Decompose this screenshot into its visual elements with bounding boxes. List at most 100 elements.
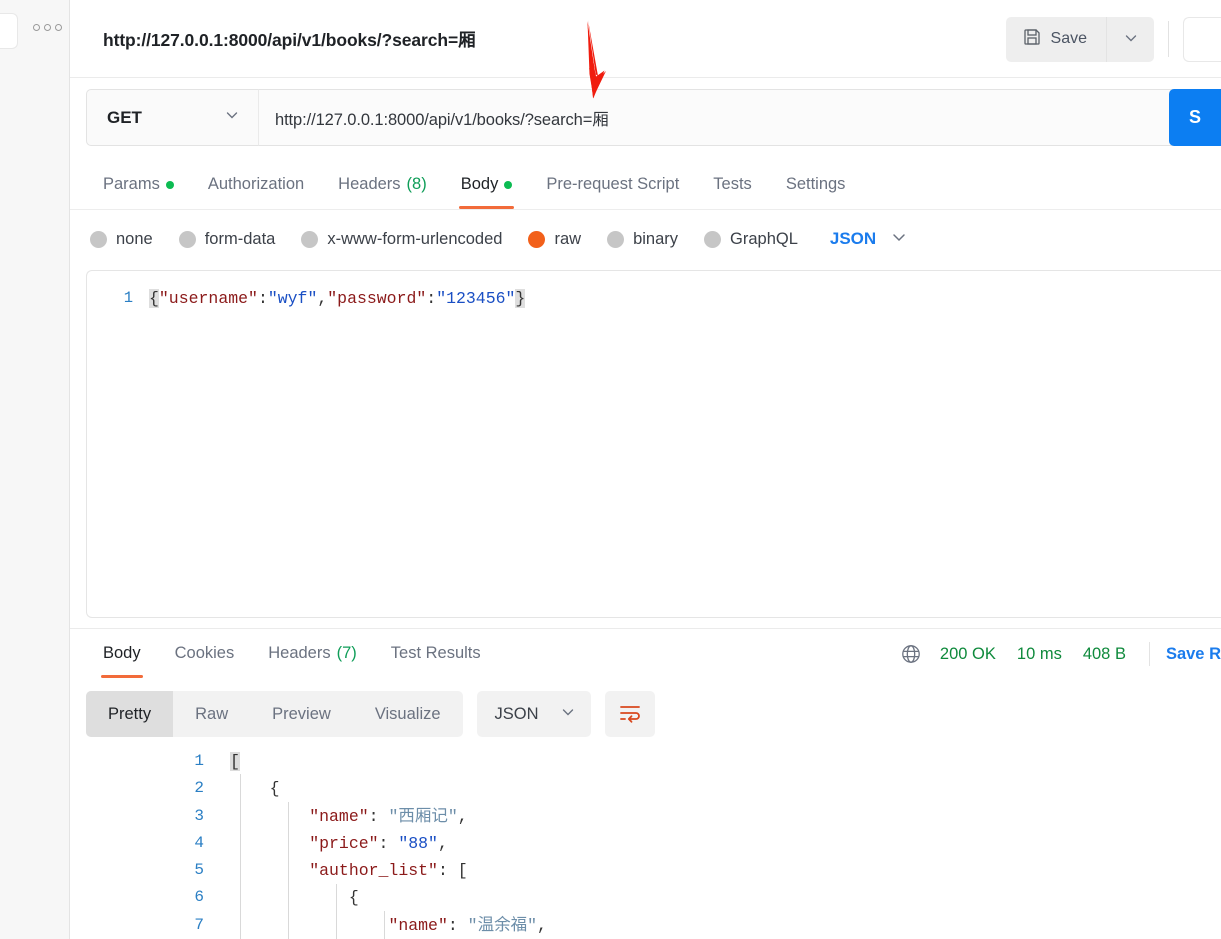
body-type-raw[interactable]: raw [528,230,597,249]
method-select[interactable]: GET [86,89,258,146]
title-actions: Save [1005,16,1221,62]
chevron-down-icon [223,106,241,129]
body-format-select[interactable]: JSON [830,227,909,252]
status-badge: 200 OK [939,644,996,663]
body-type-binary-label: binary [633,229,679,248]
tab-params[interactable]: Params [86,160,191,209]
modified-dot-icon [504,180,513,189]
tab-params-label: Params [103,175,160,193]
response-line: 3 "name": "西厢记", [70,803,1221,830]
divider [1148,642,1150,666]
view-mode-raw[interactable]: Raw [173,691,250,737]
response-tab-test-results-label: Test Results [390,644,481,662]
response-tab-headers-label: Headers [268,644,331,662]
response-format-select[interactable]: JSON [476,691,591,737]
rail-panel-stub [0,13,18,49]
modified-dot-icon [165,180,174,189]
line-number: 7 [194,915,204,934]
body-type-form-data[interactable]: form-data [178,229,292,249]
line-number: 2 [194,779,204,798]
tab-settings-label: Settings [785,175,846,193]
line-number: 6 [194,888,204,907]
response-time: 10 ms [1016,644,1062,663]
response-tab-body[interactable]: Body [86,629,158,678]
view-mode-preview[interactable]: Preview [250,691,353,737]
code-line: 1 {"username":"wyf","password":"123456"} [87,285,1221,312]
tab-pre-request-script-label: Pre-request Script [546,175,680,193]
body-type-binary[interactable]: binary [607,230,694,249]
response-tab-cookies[interactable]: Cookies [158,629,252,678]
response-line: 5 "author_list": [ [70,857,1221,884]
tab-tests[interactable]: Tests [696,160,769,209]
chevron-down-icon [1122,29,1140,50]
word-wrap-icon [618,702,642,727]
response-code-text: "name": "温余福", [388,915,547,935]
url-input[interactable]: http://127.0.0.1:8000/api/v1/books/?sear… [258,89,1207,146]
send-button[interactable]: S [1169,89,1221,146]
globe-icon[interactable] [900,643,922,665]
response-size: 408 B [1082,644,1126,663]
radio-icon [607,230,625,248]
response-tab-test-results[interactable]: Test Results [374,629,498,678]
tab-pre-request-script[interactable]: Pre-request Script [529,160,696,209]
response-code-text: [ [230,752,240,771]
line-number: 4 [194,833,204,852]
response-format-label: JSON [494,704,539,723]
word-wrap-button[interactable] [604,691,655,737]
line-number: 3 [194,806,204,825]
open-brace: { [149,289,159,308]
more-options-icon[interactable] [33,24,62,31]
response-line: 7 "name": "温余福", [70,912,1221,939]
body-type-form-data-label: form-data [204,229,276,248]
body-type-graphql[interactable]: GraphQL [704,230,814,249]
response-line: 6 { [70,884,1221,911]
view-mode-visualize[interactable]: Visualize [353,691,463,737]
save-button[interactable]: Save [1005,16,1106,62]
url-bar: GET http://127.0.0.1:8000/api/v1/books/?… [70,78,1221,150]
response-tab-body-label: Body [103,644,141,662]
response-code-text: "name": "西厢记", [309,806,468,826]
body-type-raw-label: raw [554,229,582,248]
value-username: "wyf" [267,289,318,308]
tab-headers[interactable]: Headers (8) [321,160,444,209]
response-line: 1 [ [70,748,1221,775]
view-mode-pretty[interactable]: Pretty [86,691,174,737]
save-response-button[interactable]: Save R [1166,645,1221,664]
tab-authorization-label: Authorization [207,175,305,193]
response-line: 2 { [70,775,1221,802]
line-number: 1 [123,289,133,307]
response-code-text: { [230,888,359,908]
floppy-disk-icon [1022,27,1042,52]
body-type-none[interactable]: none [86,230,169,249]
left-rail [0,0,70,939]
response-tab-headers[interactable]: Headers (7) [251,629,374,678]
line-number: 1 [194,752,204,770]
tab-authorization[interactable]: Authorization [191,160,321,209]
divider [1168,21,1169,57]
tab-headers-label: Headers [338,175,401,193]
body-type-urlencoded-label: x-www-form-urlencoded [327,229,503,248]
tab-settings[interactable]: Settings [769,160,863,209]
panel-stub [1183,16,1221,62]
chevron-down-icon [889,227,909,252]
request-tabs: Params Authorization Headers (8) Body Pr… [70,160,1221,210]
colon: : [426,289,437,308]
body-type-urlencoded[interactable]: x-www-form-urlencoded [301,230,518,249]
tab-headers-count: (8) [406,175,427,193]
request-response-pane: http://127.0.0.1:8000/api/v1/books/?sear… [70,0,1221,939]
save-options-button[interactable] [1106,16,1154,62]
response-body-viewer[interactable]: 1 [ 2 { 3 "name": "西厢记", 4 "price": "88"… [70,748,1221,939]
method-label: GET [107,107,142,127]
tab-body[interactable]: Body [444,160,530,209]
response-tab-cookies-label: Cookies [174,644,235,662]
body-format-label: JSON [829,229,877,248]
response-meta: 200 OK 10 ms 408 B Save R [900,640,1221,668]
request-body-code: {"username":"wyf","password":"123456"} [149,285,526,312]
request-body-editor[interactable]: 1 {"username":"wyf","password":"123456"} [86,270,1221,618]
line-number: 5 [194,861,204,880]
chevron-down-icon [559,703,577,726]
request-title-bar: http://127.0.0.1:8000/api/v1/books/?sear… [70,0,1221,78]
radio-icon [178,230,196,248]
close-brace: } [515,289,526,308]
save-button-label: Save [1050,30,1087,47]
